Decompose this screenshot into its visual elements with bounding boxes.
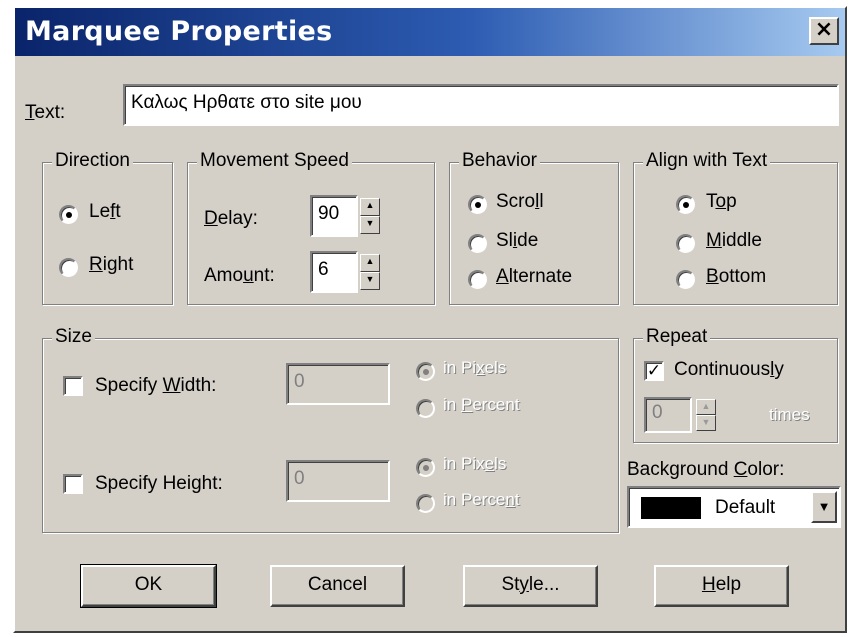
behavior-alternate-label[interactable]: Alternate: [496, 266, 572, 288]
repeat-count-input[interactable]: 0: [644, 397, 692, 433]
marquee-properties-dialog: Marquee Properties × Text: Καλως Ηρθατε …: [13, 6, 847, 633]
direction-right-label[interactable]: Right: [89, 254, 133, 276]
radio-selected-dot: [66, 212, 72, 218]
delay-spinner[interactable]: ▲ ▼: [360, 198, 380, 234]
style-button[interactable]: Style...: [463, 565, 598, 607]
background-color-value: Default: [715, 497, 776, 518]
width-percent-radio[interactable]: [416, 399, 435, 418]
marquee-text-input[interactable]: Καλως Ηρθατε στο site μου: [123, 84, 839, 126]
close-button[interactable]: ×: [809, 17, 839, 45]
movement-speed-group-title: Movement Speed: [197, 150, 352, 172]
height-percent-radio[interactable]: [416, 494, 435, 513]
align-bottom-label[interactable]: Bottom: [706, 266, 766, 288]
spin-up-icon[interactable]: ▲: [360, 254, 380, 272]
repeat-group-title: Repeat: [643, 326, 711, 348]
width-pixels-radio[interactable]: [416, 362, 435, 381]
background-color-dropdown[interactable]: Default ▼: [627, 486, 841, 528]
help-button[interactable]: Help: [654, 565, 789, 607]
align-top-label[interactable]: Top: [706, 191, 737, 213]
cancel-button[interactable]: Cancel: [270, 565, 405, 607]
chevron-down-icon[interactable]: ▼: [811, 491, 837, 523]
color-swatch: [641, 497, 701, 519]
spin-down-icon[interactable]: ▼: [360, 216, 380, 234]
radio-selected-dot: [423, 465, 429, 471]
specify-height-label[interactable]: Specify Height:: [95, 473, 223, 495]
repeat-count-spinner[interactable]: ▲ ▼: [696, 399, 716, 431]
spin-up-icon[interactable]: ▲: [696, 399, 716, 415]
movement-speed-group: Movement Speed Delay: 90 ▲ ▼ Amount: 6 ▲…: [187, 150, 435, 305]
width-input[interactable]: 0: [286, 363, 390, 405]
height-pixels-label[interactable]: in Pixels: [443, 454, 506, 474]
close-icon: ×: [814, 17, 834, 42]
height-percent-label[interactable]: in Percent: [443, 490, 520, 510]
behavior-group: Behavior Scroll Slide Alternate: [449, 150, 619, 305]
dialog-title: Marquee Properties: [25, 16, 333, 47]
size-group-title: Size: [52, 326, 95, 348]
amount-spinner[interactable]: ▲ ▼: [360, 254, 380, 290]
align-with-text-group: Align with Text Top Middle Bottom: [633, 150, 838, 305]
ok-button[interactable]: OK: [80, 564, 217, 608]
behavior-slide-radio[interactable]: [468, 234, 487, 253]
radio-selected-dot: [423, 369, 429, 375]
behavior-alternate-radio[interactable]: [468, 270, 487, 289]
direction-group: Direction Left Right: [42, 150, 173, 305]
checkmark-icon: ✓: [646, 361, 662, 381]
behavior-slide-label[interactable]: Slide: [496, 230, 538, 252]
direction-left-label[interactable]: Left: [89, 201, 121, 223]
amount-label: Amount:: [204, 265, 275, 286]
title-bar[interactable]: Marquee Properties ×: [15, 8, 845, 56]
align-with-text-group-title: Align with Text: [643, 150, 771, 172]
delay-label: Delay:: [204, 208, 258, 229]
continuously-checkbox[interactable]: ✓: [644, 361, 664, 381]
radio-selected-dot: [475, 202, 481, 208]
width-pixels-label[interactable]: in Pixels: [443, 358, 506, 378]
width-percent-label[interactable]: in Percent: [443, 395, 520, 415]
direction-left-radio[interactable]: [59, 205, 78, 224]
spin-down-icon[interactable]: ▼: [360, 272, 380, 290]
direction-group-title: Direction: [52, 150, 133, 172]
text-label: Text:: [25, 102, 66, 123]
align-top-radio[interactable]: [676, 195, 695, 214]
amount-input[interactable]: 6: [310, 251, 358, 293]
height-input[interactable]: 0: [286, 460, 390, 502]
direction-right-radio[interactable]: [59, 258, 78, 277]
spin-up-icon[interactable]: ▲: [360, 198, 380, 216]
height-pixels-radio[interactable]: [416, 458, 435, 477]
times-label: times: [769, 405, 810, 424]
specify-width-checkbox[interactable]: [63, 376, 83, 396]
delay-input[interactable]: 90: [310, 195, 358, 237]
radio-selected-dot: [683, 202, 689, 208]
behavior-group-title: Behavior: [459, 150, 540, 172]
size-group: Size Specify Width: 0 in Pixels in Perce…: [42, 326, 619, 533]
specify-width-label[interactable]: Specify Width:: [95, 375, 216, 397]
align-middle-radio[interactable]: [676, 234, 695, 253]
repeat-group: Repeat ✓ Continuously 0 ▲ ▼ times: [633, 326, 838, 443]
behavior-scroll-radio[interactable]: [468, 195, 487, 214]
continuously-label[interactable]: Continuously: [674, 359, 784, 381]
background-color-label: Background Color:: [627, 459, 785, 480]
align-bottom-radio[interactable]: [676, 270, 695, 289]
spin-down-icon[interactable]: ▼: [696, 415, 716, 431]
specify-height-checkbox[interactable]: [63, 474, 83, 494]
behavior-scroll-label[interactable]: Scroll: [496, 191, 544, 213]
align-middle-label[interactable]: Middle: [706, 230, 762, 252]
